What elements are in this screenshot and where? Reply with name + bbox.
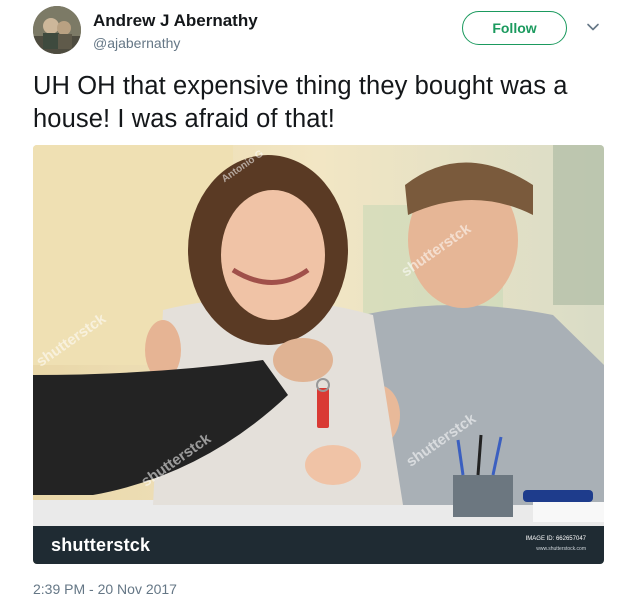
user-name[interactable]: Andrew J Abernathy <box>93 11 258 31</box>
tweet-text: UH OH that expensive thing they bought w… <box>33 72 568 133</box>
avatar-image <box>33 6 81 54</box>
follow-button[interactable]: Follow <box>462 11 567 45</box>
avatar[interactable] <box>33 6 81 54</box>
chevron-down-icon[interactable] <box>586 20 600 34</box>
user-handle[interactable]: @ajabernathy <box>93 35 180 51</box>
tweet-timestamp[interactable]: 2:39 PM - 20 Nov 2017 <box>33 581 177 597</box>
tweet-photo[interactable]: shutterstck shutterstck shutterstck shut… <box>33 145 604 564</box>
watermark-bar: shutterstck IMAGE ID: 662657047 www.shut… <box>33 526 604 564</box>
image-id: IMAGE ID: 662657047 <box>525 536 586 542</box>
photo-illustration <box>33 145 604 564</box>
shutterstock-logo: shutterstck <box>51 535 151 555</box>
site-url: www.shutterstock.com <box>536 546 586 552</box>
